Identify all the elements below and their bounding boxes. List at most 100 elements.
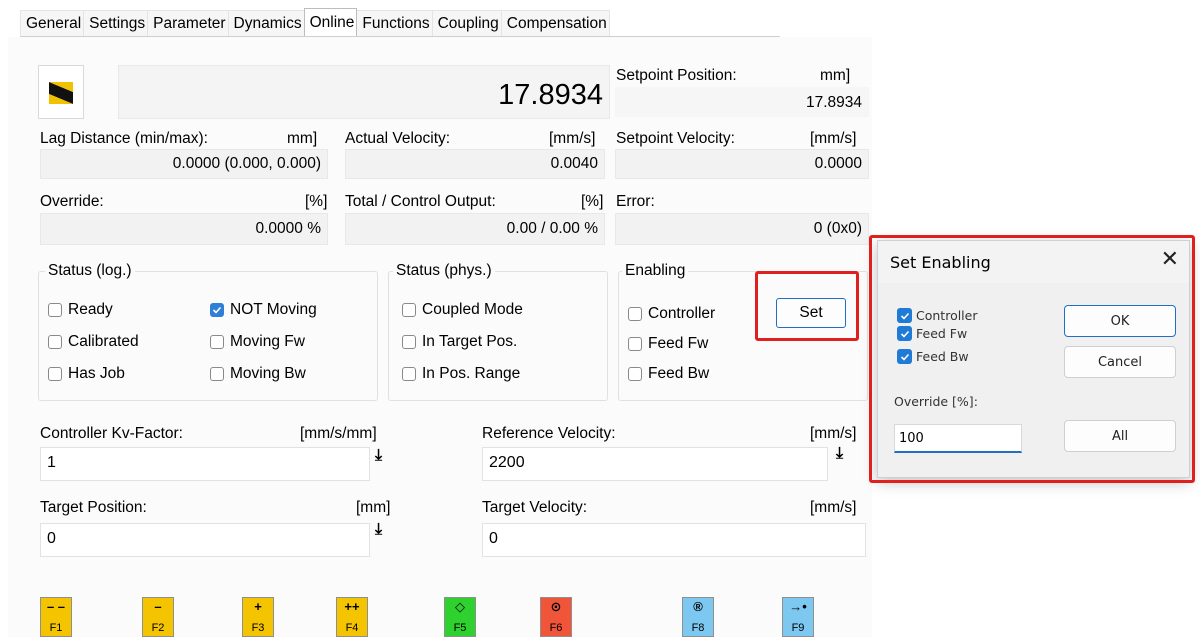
setpoint-position-unit: mm] <box>820 67 851 84</box>
f5-label: F5 <box>453 622 467 634</box>
target-position-unit: [mm] <box>356 499 391 516</box>
in-pos-range-checkbox: In Pos. Range <box>402 365 520 383</box>
tab-compensation[interactable]: Compensation <box>500 10 610 36</box>
not-moving-label: NOT Moving <box>230 301 317 318</box>
calibrated-checkbox: Calibrated <box>48 333 139 351</box>
position-value: 17.8934 <box>498 79 603 111</box>
tab-functions[interactable]: Functions <box>356 10 433 36</box>
moving-fw-checkbox: Moving Fw <box>210 333 305 351</box>
online-panel: 17.8934 Setpoint Position: mm] 17.8934 L… <box>8 37 872 637</box>
axis-status-icon <box>49 82 73 104</box>
has-job-label: Has Job <box>68 365 125 382</box>
target-velocity-input[interactable]: 0 <box>482 523 866 557</box>
target-position-input[interactable]: 0 <box>40 523 370 557</box>
feed-bw-checkbox: Feed Bw <box>628 365 709 383</box>
reference-velocity-unit: [mm/s] <box>810 425 857 442</box>
checkbox-box <box>402 303 416 317</box>
tab-online[interactable]: Online <box>303 8 358 36</box>
setpoint-position-label: Setpoint Position: <box>616 67 737 84</box>
kv-factor-input[interactable]: 1 <box>40 447 370 481</box>
f9-label: F9 <box>791 622 805 634</box>
total-output-label: Total / Control Output: <box>345 193 496 210</box>
error-value: 0 (0x0) <box>615 213 869 245</box>
f6-stop-button[interactable]: ⊙ F6 <box>540 597 572 637</box>
in-target-pos-label: In Target Pos. <box>422 333 518 350</box>
override-label: Override: <box>40 193 104 210</box>
kv-factor-unit: [mm/s/mm] <box>300 425 377 442</box>
f9-move-to-button[interactable]: →• F9 <box>782 597 814 637</box>
tab-dynamics[interactable]: Dynamics <box>227 10 305 36</box>
checkbox-box <box>210 367 224 381</box>
f1-label: F1 <box>49 622 63 634</box>
f3-forward-button[interactable]: + F3 <box>242 597 274 637</box>
lag-distance-unit: mm] <box>287 130 318 147</box>
move-to-icon: →• <box>789 599 807 614</box>
ready-label: Ready <box>68 301 113 318</box>
checkbox-box <box>210 335 224 349</box>
error-label: Error: <box>616 193 655 210</box>
in-pos-range-label: In Pos. Range <box>422 365 521 382</box>
stop-icon: ⊙ <box>550 599 562 614</box>
in-target-pos-checkbox: In Target Pos. <box>402 333 517 351</box>
checkbox-box <box>48 303 62 317</box>
actual-velocity-label: Actual Velocity: <box>345 130 451 147</box>
override-unit: [%] <box>305 193 328 210</box>
target-velocity-label: Target Velocity: <box>482 499 588 516</box>
actual-velocity-value: 0.0040 <box>345 149 605 179</box>
moving-bw-label: Moving Bw <box>230 365 306 382</box>
feed-fw-checkbox: Feed Fw <box>628 335 708 353</box>
dialog-highlight <box>869 235 1195 483</box>
tab-coupling[interactable]: Coupling <box>431 10 502 36</box>
setpoint-velocity-value: 0.0000 <box>615 149 869 179</box>
checkbox-box <box>628 337 642 351</box>
checkbox-box <box>48 367 62 381</box>
apply-reference-velocity-icon[interactable]: ⤓ <box>836 445 843 463</box>
not-moving-checkbox: NOT Moving <box>210 301 317 319</box>
setpoint-velocity-unit: [mm/s] <box>810 130 857 147</box>
target-position-label: Target Position: <box>40 499 147 516</box>
tab-bar: General Settings Parameter Dynamics Onli… <box>20 8 610 36</box>
checkbox-box <box>628 367 642 381</box>
checkbox-box <box>402 335 416 349</box>
f8-reset-button[interactable]: ® F8 <box>682 597 714 637</box>
apply-target-position-icon[interactable]: ⤓ <box>375 521 382 539</box>
total-output-value: 0.00 / 0.00 % <box>345 213 605 245</box>
ready-checkbox: Ready <box>48 301 113 319</box>
controller-label: Controller <box>648 305 716 322</box>
tab-general[interactable]: General <box>20 10 85 36</box>
reference-velocity-label: Reference Velocity: <box>482 425 616 442</box>
status-phys-title: Status (phys.) <box>393 262 495 280</box>
moving-bw-checkbox: Moving Bw <box>210 365 306 383</box>
position-display: 17.8934 <box>118 65 610 119</box>
enabling-title: Enabling <box>622 262 689 280</box>
target-velocity-unit: [mm/s] <box>810 499 857 516</box>
f4-fast-forward-button[interactable]: ++ F4 <box>336 597 368 637</box>
kv-factor-label: Controller Kv-Factor: <box>40 425 183 442</box>
apply-kv-factor-icon[interactable]: ⤓ <box>375 447 382 465</box>
forward-icon: + <box>254 599 262 614</box>
checkbox-box <box>402 367 416 381</box>
lag-distance-value: 0.0000 (0.000, 0.000) <box>40 149 328 179</box>
override-value: 0.0000 % <box>40 213 328 245</box>
fast-backward-icon: – – <box>46 599 66 614</box>
diamond-icon: ◇ <box>455 599 465 614</box>
f4-label: F4 <box>345 622 359 634</box>
moving-fw-label: Moving Fw <box>230 333 305 350</box>
f1-fast-backward-button[interactable]: – – F1 <box>40 597 72 637</box>
set-button-highlight <box>755 271 859 341</box>
f2-backward-button[interactable]: – F2 <box>142 597 174 637</box>
reset-icon: ® <box>693 599 703 614</box>
tab-parameter[interactable]: Parameter <box>147 10 229 36</box>
tab-settings[interactable]: Settings <box>83 10 149 36</box>
f6-label: F6 <box>549 622 563 634</box>
checkbox-box <box>628 307 642 321</box>
coupled-mode-checkbox: Coupled Mode <box>402 301 523 319</box>
f5-start-button[interactable]: ◇ F5 <box>444 597 476 637</box>
feed-fw-label: Feed Fw <box>648 335 709 352</box>
lag-distance-label: Lag Distance (min/max): <box>40 130 208 147</box>
f3-label: F3 <box>251 622 265 634</box>
checkbox-box <box>48 335 62 349</box>
fast-forward-icon: ++ <box>344 599 360 614</box>
reference-velocity-input[interactable]: 2200 <box>482 447 828 481</box>
calibrated-label: Calibrated <box>68 333 139 350</box>
